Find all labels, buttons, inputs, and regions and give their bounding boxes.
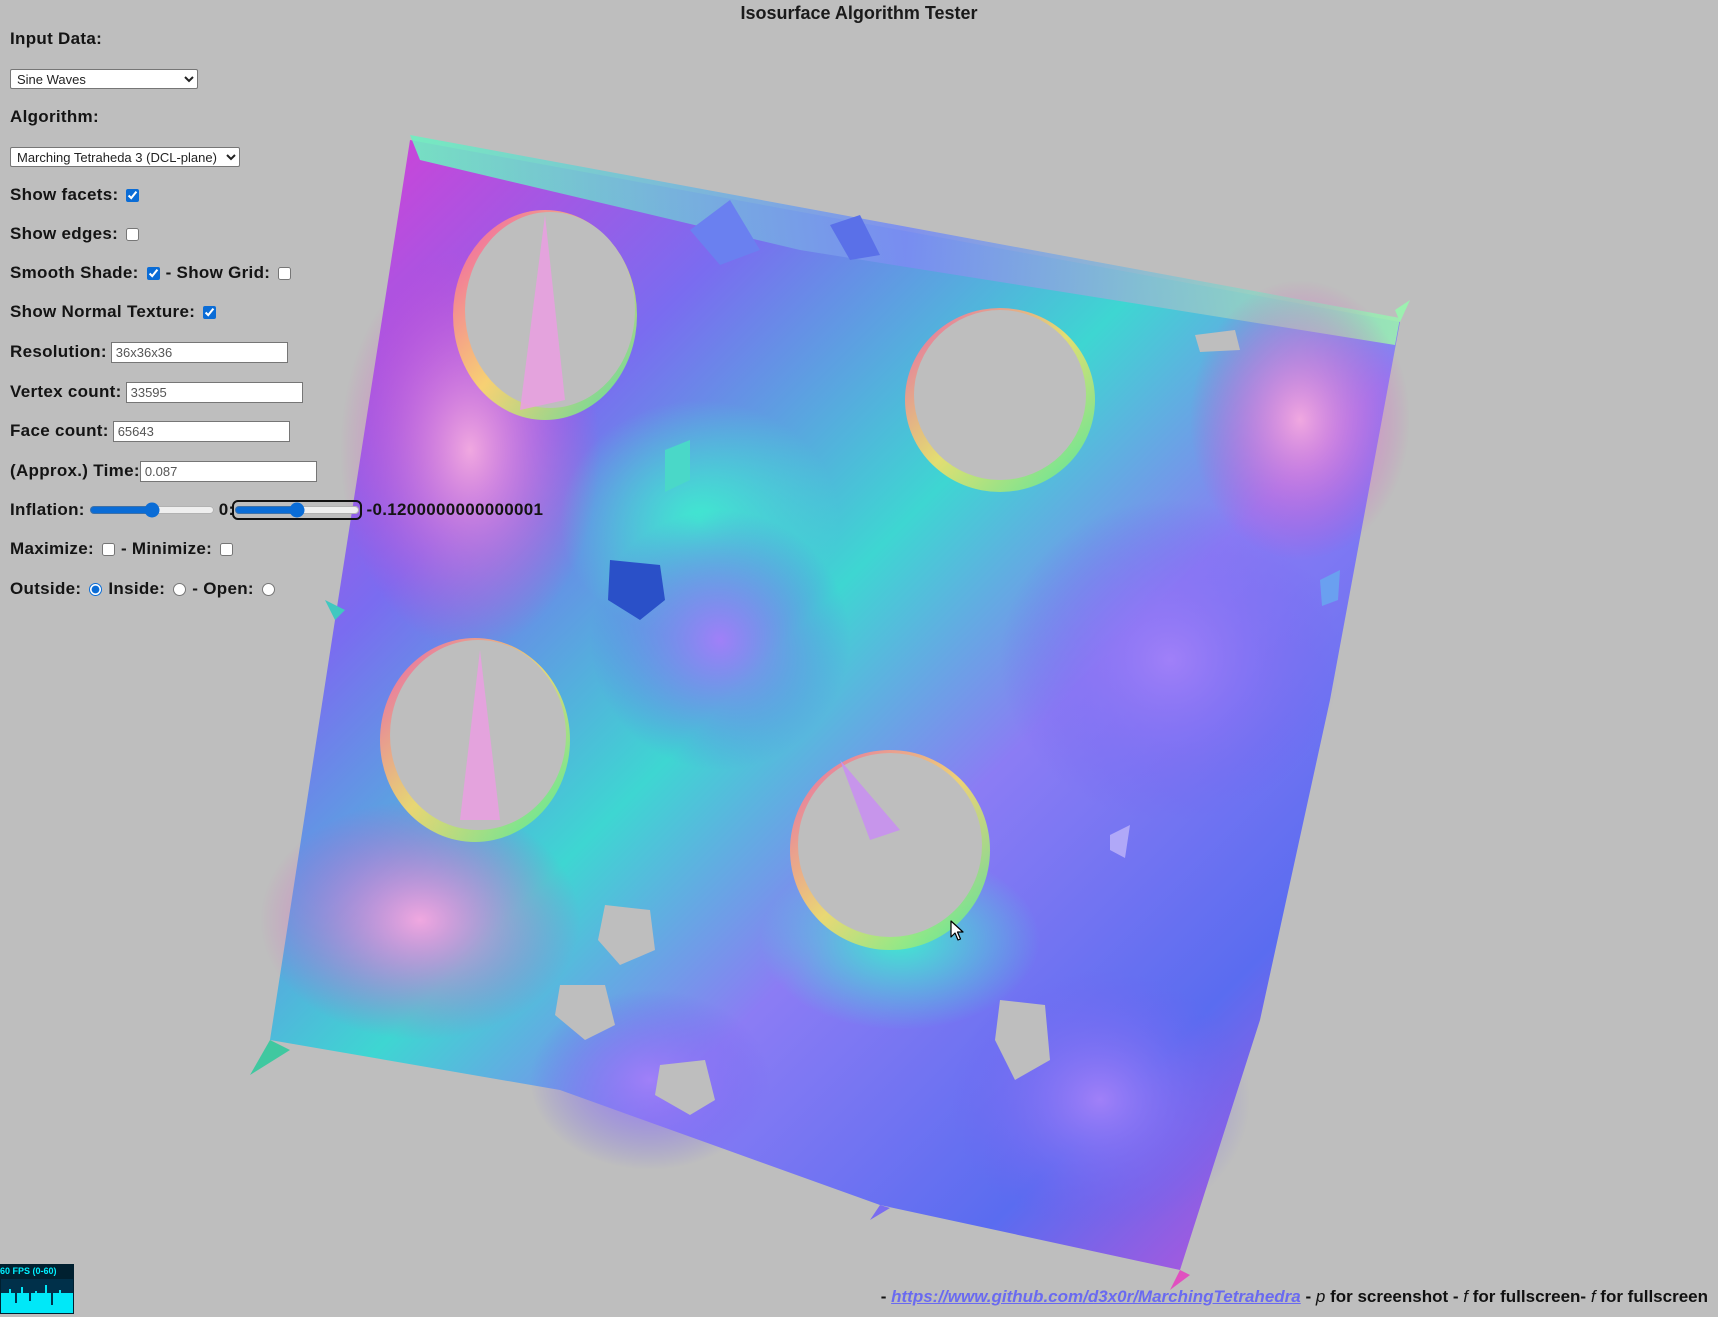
open-radio[interactable]: [261, 582, 275, 596]
smooth-shade-row: Smooth Shade: - Show Grid:: [10, 260, 297, 286]
inflation-label: Inflation:: [10, 500, 85, 519]
time-input[interactable]: [139, 460, 317, 482]
show-facets-row: Show facets:: [10, 182, 145, 208]
3d-viewport[interactable]: [0, 0, 1718, 1317]
vertex-count-input[interactable]: [125, 381, 303, 403]
minimize-checkbox[interactable]: [220, 542, 234, 556]
key-f-1: f: [1463, 1287, 1468, 1306]
footer-sep: -: [1305, 1287, 1316, 1306]
show-normal-texture-row: Show Normal Texture:: [10, 299, 222, 325]
inflation-slider[interactable]: [88, 502, 215, 518]
inflation-zero-label: 0:: [218, 500, 235, 519]
show-normal-texture-label: Show Normal Texture:: [10, 302, 196, 321]
surface-mode-row: Outside: Inside: - Open:: [10, 576, 281, 602]
resolution-row: Resolution:: [10, 339, 288, 365]
face-count-row: Face count:: [10, 418, 290, 444]
time-row: (Approx.) Time:: [10, 458, 317, 484]
algorithm-row: Algorithm:: [10, 104, 99, 130]
show-facets-label: Show facets:: [10, 185, 119, 204]
input-data-label: Input Data:: [10, 29, 103, 48]
face-count-label: Face count:: [10, 421, 109, 440]
show-edges-label: Show edges:: [10, 224, 119, 243]
input-data-select[interactable]: Sine Waves: [10, 69, 198, 89]
time-label: (Approx.) Time:: [10, 461, 140, 480]
outside-label: Outside:: [10, 579, 82, 598]
vertex-count-row: Vertex count:: [10, 379, 303, 405]
maximize-row: Maximize: - Minimize:: [10, 536, 239, 562]
footer-help: - https://www.github.com/d3x0r/MarchingT…: [881, 1287, 1708, 1307]
minimize-label: - Minimize:: [120, 539, 213, 558]
resolution-label: Resolution:: [10, 342, 107, 361]
input-data-row: Input Data:: [10, 26, 102, 52]
input-data-select-row: Sine Waves: [10, 66, 198, 92]
resolution-input[interactable]: [110, 341, 288, 363]
page-title: Isosurface Algorithm Tester: [740, 3, 978, 23]
outside-radio[interactable]: [89, 582, 103, 596]
open-label: - Open:: [192, 579, 254, 598]
smooth-shade-label: Smooth Shade:: [10, 263, 139, 282]
smooth-shade-checkbox[interactable]: [146, 266, 160, 280]
fps-graph: [1, 1279, 73, 1313]
github-link[interactable]: https://www.github.com/d3x0r/MarchingTet…: [891, 1287, 1301, 1306]
footer-prefix: -: [880, 1287, 892, 1306]
inside-label: Inside:: [108, 579, 166, 598]
show-grid-checkbox[interactable]: [278, 266, 292, 280]
fps-stats-panel[interactable]: 60 FPS (0-60): [0, 1264, 74, 1314]
mouse-pointer-icon: [950, 920, 964, 941]
footer-fullscreen-text-1: for fullscreen-: [1472, 1287, 1591, 1306]
key-p: p: [1315, 1287, 1326, 1306]
inflation-row: Inflation: 0: -0.1200000000000001: [10, 497, 543, 523]
footer-screenshot-text: for screenshot -: [1330, 1287, 1464, 1306]
face-count-input[interactable]: [112, 420, 290, 442]
algorithm-select[interactable]: Marching Tetraheda 3 (DCL-plane): [10, 147, 240, 167]
maximize-label: Maximize:: [10, 539, 94, 558]
show-normal-texture-checkbox[interactable]: [203, 305, 217, 319]
key-f-2: f: [1590, 1287, 1596, 1306]
algorithm-select-row: Marching Tetraheda 3 (DCL-plane): [10, 144, 240, 170]
isosurface-mesh: [250, 135, 1410, 1290]
algorithm-label: Algorithm:: [10, 107, 99, 126]
maximize-checkbox[interactable]: [101, 542, 115, 556]
inflation-fine-slider[interactable]: [232, 500, 363, 520]
fps-text: 60 FPS (0-60): [0, 1266, 57, 1276]
show-edges-checkbox[interactable]: [126, 227, 140, 241]
inside-radio[interactable]: [173, 582, 187, 596]
footer-fullscreen-text-2: for fullscreen: [1600, 1287, 1708, 1306]
vertex-count-label: Vertex count:: [10, 382, 122, 401]
inflation-value: -0.1200000000000001: [366, 500, 544, 519]
show-edges-row: Show edges:: [10, 221, 145, 247]
show-facets-checkbox[interactable]: [126, 188, 140, 202]
show-grid-label: - Show Grid:: [165, 263, 271, 282]
